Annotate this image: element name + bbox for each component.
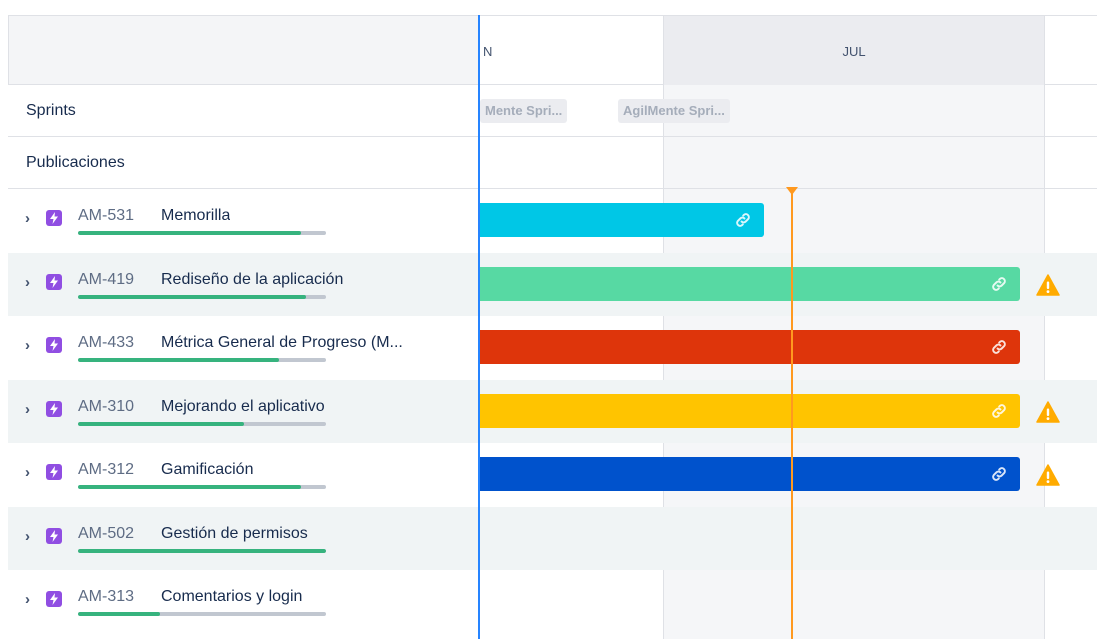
timeline-row <box>480 253 1097 316</box>
issue-title[interactable]: Mejorando el aplicativo <box>161 398 325 416</box>
epic-bar[interactable] <box>480 457 1020 491</box>
timeline-row <box>480 380 1097 443</box>
warning-triangle-icon[interactable] <box>1036 464 1060 486</box>
issue-title[interactable]: Comentarios y login <box>161 588 302 606</box>
issue-title[interactable]: Gestión de permisos <box>161 525 308 543</box>
section-releases-label: Publicaciones <box>26 153 125 171</box>
issue-key[interactable]: AM-313 <box>78 588 134 606</box>
month-header: N JUL <box>480 15 1097 85</box>
issue-key[interactable]: AM-312 <box>78 461 134 479</box>
epic-bar[interactable] <box>480 394 1020 428</box>
timeline-row <box>480 507 1097 570</box>
warning-triangle-icon[interactable] <box>1036 274 1060 296</box>
progress-bar <box>78 231 326 235</box>
timeline-row <box>480 570 1097 633</box>
sprint-chip-1[interactable]: Mente Spri... <box>480 99 568 123</box>
issue-key[interactable]: AM-502 <box>78 525 134 543</box>
issue-row[interactable]: › AM-502 Gestión de permisos <box>8 507 480 570</box>
issue-title[interactable]: Métrica General de Progreso (M... <box>161 334 403 352</box>
issue-key[interactable]: AM-433 <box>78 334 134 352</box>
epic-lightning-icon <box>46 337 62 353</box>
progress-bar <box>78 612 326 616</box>
issue-row[interactable]: › AM-433 Métrica General de Progreso (M... <box>8 316 480 379</box>
list-header <box>8 15 480 85</box>
progress-bar <box>78 422 326 426</box>
progress-fill <box>78 231 302 235</box>
progress-fill <box>78 295 307 299</box>
issue-key[interactable]: AM-419 <box>78 271 134 289</box>
roadmap-list-pane: Sprints Publicaciones › AM-531 Memorilla › A… <box>8 15 480 639</box>
progress-bar <box>78 485 326 489</box>
chevron-right-icon[interactable]: › <box>25 527 37 547</box>
month-label-current: JUL <box>842 44 866 59</box>
epic-lightning-icon <box>46 591 62 607</box>
epic-bar[interactable] <box>480 203 764 237</box>
timeline-row <box>480 443 1097 506</box>
chevron-right-icon[interactable]: › <box>25 590 37 610</box>
chevron-right-icon[interactable]: › <box>25 463 37 483</box>
epic-lightning-icon <box>46 401 62 417</box>
month-cell-previous: N <box>480 16 663 85</box>
section-releases: Publicaciones <box>8 137 480 189</box>
issue-row[interactable]: › AM-312 Gamificación <box>8 443 480 506</box>
timeline-row <box>480 189 1097 252</box>
month-cell-current: JUL <box>663 16 1045 85</box>
epic-lightning-icon <box>46 274 62 290</box>
timeline-pane[interactable]: N JUL Mente Spri... AgilMente Spri... <box>480 15 1097 639</box>
progress-bar <box>78 295 326 299</box>
issue-row[interactable]: › AM-313 Comentarios y login <box>8 570 480 633</box>
issue-row[interactable]: › AM-310 Mejorando el aplicativo <box>8 380 480 443</box>
progress-bar <box>78 549 326 553</box>
progress-fill <box>78 422 245 426</box>
link-icon[interactable] <box>990 338 1008 356</box>
month-cell-next <box>1045 16 1097 85</box>
timeline-row <box>480 316 1097 379</box>
epic-lightning-icon <box>46 210 62 226</box>
link-icon[interactable] <box>734 211 752 229</box>
timeline-scroll-edge[interactable] <box>478 15 480 639</box>
section-sprints: Sprints <box>8 85 480 137</box>
issue-key[interactable]: AM-310 <box>78 398 134 416</box>
progress-bar <box>78 358 326 362</box>
link-icon[interactable] <box>990 465 1008 483</box>
chevron-right-icon[interactable]: › <box>25 209 37 229</box>
issue-title[interactable]: Rediseño de la aplicación <box>161 271 343 289</box>
issue-title[interactable]: Memorilla <box>161 207 230 225</box>
section-sprints-label: Sprints <box>26 101 76 119</box>
progress-fill <box>78 612 160 616</box>
epic-bar[interactable] <box>480 267 1020 301</box>
issue-title[interactable]: Gamificación <box>161 461 253 479</box>
progress-fill <box>78 358 279 362</box>
chevron-right-icon[interactable]: › <box>25 273 37 293</box>
progress-fill <box>78 549 326 553</box>
epic-lightning-icon <box>46 528 62 544</box>
chevron-right-icon[interactable]: › <box>25 400 37 420</box>
epic-bar[interactable] <box>480 330 1020 364</box>
chevron-right-icon[interactable]: › <box>25 336 37 356</box>
progress-fill <box>78 485 302 489</box>
issue-row[interactable]: › AM-531 Memorilla <box>8 189 480 252</box>
issue-row[interactable]: › AM-419 Rediseño de la aplicación <box>8 253 480 316</box>
issue-key[interactable]: AM-531 <box>78 207 134 225</box>
epic-lightning-icon <box>46 464 62 480</box>
month-label-previous: N <box>483 44 493 59</box>
sprint-chip-2[interactable]: AgilMente Spri... <box>618 99 730 123</box>
today-line <box>791 190 793 639</box>
timeline-releases-row <box>480 137 1097 189</box>
warning-triangle-icon[interactable] <box>1036 401 1060 423</box>
link-icon[interactable] <box>990 275 1008 293</box>
timeline-sprints-row: Mente Spri... AgilMente Spri... <box>480 85 1097 137</box>
roadmap-view: Sprints Publicaciones › AM-531 Memorilla › A… <box>8 15 1097 639</box>
link-icon[interactable] <box>990 402 1008 420</box>
